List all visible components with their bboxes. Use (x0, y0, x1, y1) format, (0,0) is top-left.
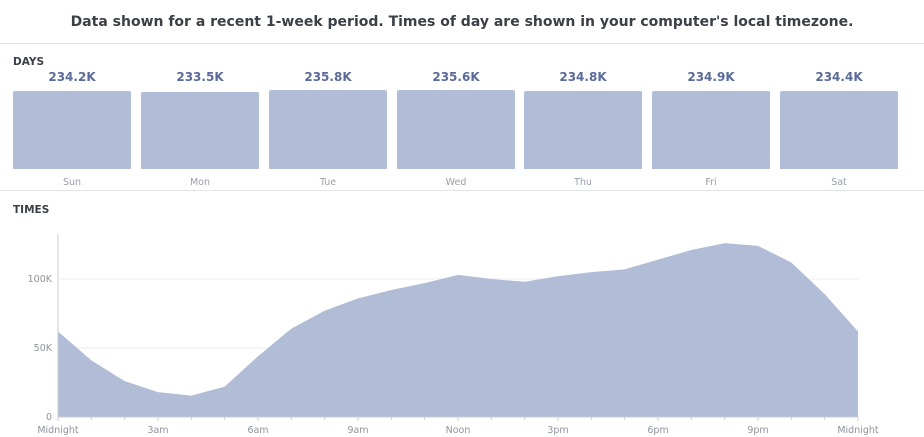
day-column: 233.5K Mon (141, 70, 259, 190)
day-column: 234.2K Sun (13, 70, 131, 190)
times-section-label: TIMES (13, 204, 50, 216)
day-bar (269, 90, 387, 169)
day-value-label: 235.8K (304, 70, 352, 84)
x-tick-label: Midnight (837, 425, 879, 436)
section-divider (0, 190, 924, 191)
header-text: Data shown for a recent 1-week period. T… (70, 13, 854, 30)
day-column: 234.8K Thu (524, 70, 642, 190)
day-value-label: 234.9K (687, 70, 735, 84)
day-column: 235.6K Wed (397, 70, 515, 190)
x-tick-label: 9pm (747, 425, 768, 436)
day-value-label: 234.2K (48, 70, 96, 84)
day-column: 234.4K Sat (780, 70, 898, 190)
y-tick-label: 100K (28, 274, 53, 285)
y-tick-label: 0 (46, 412, 52, 423)
y-tick-label: 50K (34, 343, 53, 354)
day-name-label: Tue (319, 177, 337, 188)
day-name-label: Mon (189, 177, 211, 188)
x-tick-label: Noon (446, 425, 471, 436)
x-tick-label: 6pm (647, 425, 668, 436)
day-bar (13, 91, 131, 169)
days-bar-chart: 234.2K Sun 233.5K Mon 235.8K Tue 235.6K Wed 234.… (13, 70, 899, 190)
day-name-label: Sun (62, 177, 82, 188)
day-value-label: 235.6K (432, 70, 480, 84)
day-column: 234.9K Fri (652, 70, 770, 190)
x-tick-label: 3pm (547, 425, 568, 436)
days-section-label: DAYS (13, 56, 45, 68)
x-tick-label: Midnight (37, 425, 79, 436)
day-name-label: Sat (831, 177, 847, 188)
day-value-label: 233.5K (176, 70, 224, 84)
day-value-label: 234.8K (559, 70, 607, 84)
x-tick-label: 9am (347, 425, 368, 436)
x-tick-label: 6am (247, 425, 268, 436)
day-value-label: 234.4K (815, 70, 863, 84)
day-bar (141, 91, 259, 169)
day-name-label: Fri (705, 177, 717, 188)
times-area-series (58, 243, 858, 417)
day-bar (524, 90, 642, 169)
times-area-chart: Midnight 3am 6am 9am Noon 3pm 6pm 9pm Midnight 0 5… (28, 234, 879, 436)
day-name-label: Thu (574, 177, 592, 188)
day-bar (652, 90, 770, 169)
x-tick-label: 3am (147, 425, 168, 436)
day-name-label: Wed (445, 177, 467, 188)
page-header: Data shown for a recent 1-week period. T… (0, 0, 924, 44)
day-bar (780, 91, 898, 169)
day-column: 235.8K Tue (269, 70, 387, 190)
day-bar (397, 90, 515, 169)
